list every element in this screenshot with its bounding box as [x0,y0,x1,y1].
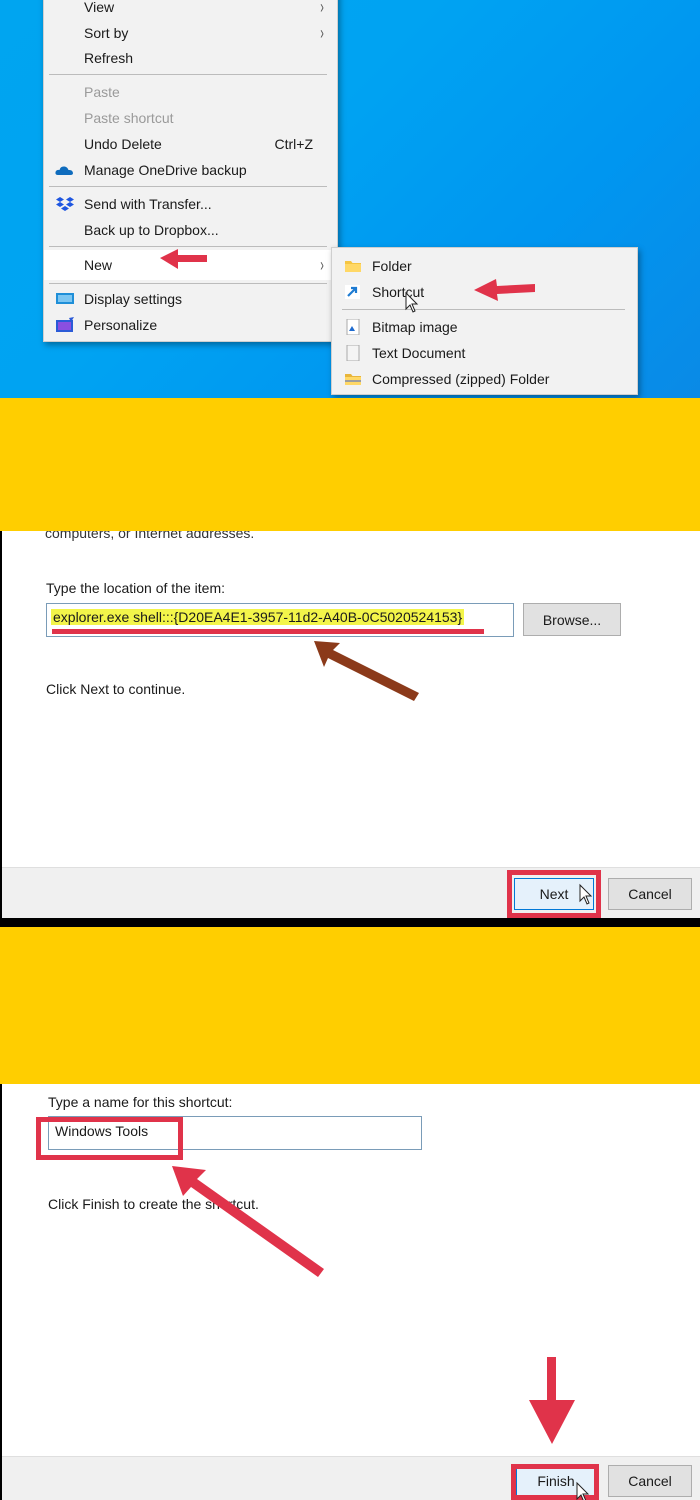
submenu-item-label: Text Document [372,345,466,361]
menu-item-label: Refresh [84,50,134,66]
chevron-right-icon: › [320,0,324,17]
location-prompt-label: Type the location of the item: [46,580,225,596]
annotation-highlight-name [36,1117,183,1160]
menu-item-label: Back up to Dropbox... [84,222,219,238]
menu-item-paste: Paste [44,79,337,105]
name-prompt-label: Type a name for this shortcut: [48,1094,233,1110]
yellow-banner [0,398,700,531]
menu-item-label: Undo Delete [84,136,162,152]
menu-item-refresh[interactable]: Refresh [44,45,337,71]
submenu-item-bitmap-image[interactable]: Bitmap image [332,314,637,340]
menu-item-label: Paste [84,84,120,100]
cancel-button[interactable]: Cancel [608,1465,692,1497]
menu-item-label: Display settings [84,291,183,307]
menu-item-label: Send with Transfer... [84,196,212,212]
annotation-highlight-finish [511,1464,599,1500]
bitmap-icon [346,319,360,335]
menu-item-send-with-transfer[interactable]: Send with Transfer... [44,191,337,217]
menu-item-paste-shortcut: Paste shortcut [44,105,337,131]
yellow-banner [0,927,700,1084]
folder-icon [345,261,361,272]
annotation-arrow-finish [529,1357,575,1444]
menu-item-back-up-dropbox[interactable]: Back up to Dropbox... [44,217,337,243]
personalize-icon [56,317,74,332]
chevron-right-icon: › [320,254,324,275]
onedrive-cloud-icon [55,166,73,175]
menu-item-sort-by[interactable]: Sort by › [44,20,337,46]
menu-item-undo-delete[interactable]: Undo Delete Ctrl+Z [44,131,337,157]
continue-hint: Click Next to continue. [46,681,186,697]
menu-item-label: New [84,257,113,273]
location-input[interactable]: explorer.exe shell:::{D20EA4E1-3957-11d2… [46,603,514,637]
annotation-arrow-name [172,1166,324,1277]
menu-separator [49,283,327,284]
menu-item-label: Paste shortcut [84,110,174,126]
desktop-context-menu: View › Sort by › Refresh Paste Paste sho… [43,0,338,342]
submenu-separator [342,309,625,310]
chevron-right-icon: › [320,22,324,43]
submenu-item-text-document[interactable]: Text Document [332,340,637,366]
keyboard-shortcut: Ctrl+Z [274,136,314,152]
text-document-icon [346,345,360,361]
create-shortcut-name-dialog: Type a name for this shortcut: Windows T… [0,1084,700,1500]
submenu-item-compressed-folder[interactable]: Compressed (zipped) Folder [332,366,637,392]
menu-item-label: View [84,0,115,15]
menu-separator [49,186,327,187]
submenu-item-folder[interactable]: Folder [332,253,637,279]
shortcut-arrow-icon [345,285,360,299]
submenu-item-shortcut[interactable]: Shortcut [332,279,637,305]
menu-item-view[interactable]: View › [44,0,337,20]
zip-folder-icon [345,374,361,385]
submenu-item-label: Compressed (zipped) Folder [372,371,550,387]
create-shortcut-location-dialog: computers, or Internet addresses. Type t… [0,531,700,918]
submenu-item-label: Bitmap image [372,319,458,335]
menu-separator [49,246,327,247]
frame-divider [0,918,700,927]
submenu-item-label: Folder [372,258,412,274]
menu-item-new[interactable]: New › [44,250,337,280]
annotation-highlight-next [507,870,601,918]
menu-item-label: Sort by [84,25,129,41]
display-icon [56,293,74,304]
new-submenu: Folder Shortcut Bitmap image Text Docume… [331,247,638,395]
menu-item-label: Personalize [84,317,158,333]
menu-item-manage-onedrive[interactable]: Manage OneDrive backup [44,157,337,183]
browse-button[interactable]: Browse... [523,603,621,636]
desktop-background: View › Sort by › Refresh Paste Paste sho… [0,0,700,398]
menu-item-display-settings[interactable]: Display settings [44,286,337,312]
intro-text: computers, or Internet addresses. [45,531,255,541]
cancel-button[interactable]: Cancel [608,878,692,910]
menu-item-personalize[interactable]: Personalize [44,312,337,338]
menu-separator [49,74,327,75]
dropbox-icon [56,197,74,211]
menu-item-label: Manage OneDrive backup [84,162,247,178]
submenu-item-label: Shortcut [372,284,425,300]
annotation-arrow-location [314,641,419,701]
finish-hint: Click Finish to create the shortcut. [48,1196,259,1212]
location-input-value: explorer.exe shell:::{D20EA4E1-3957-11d2… [51,609,465,625]
